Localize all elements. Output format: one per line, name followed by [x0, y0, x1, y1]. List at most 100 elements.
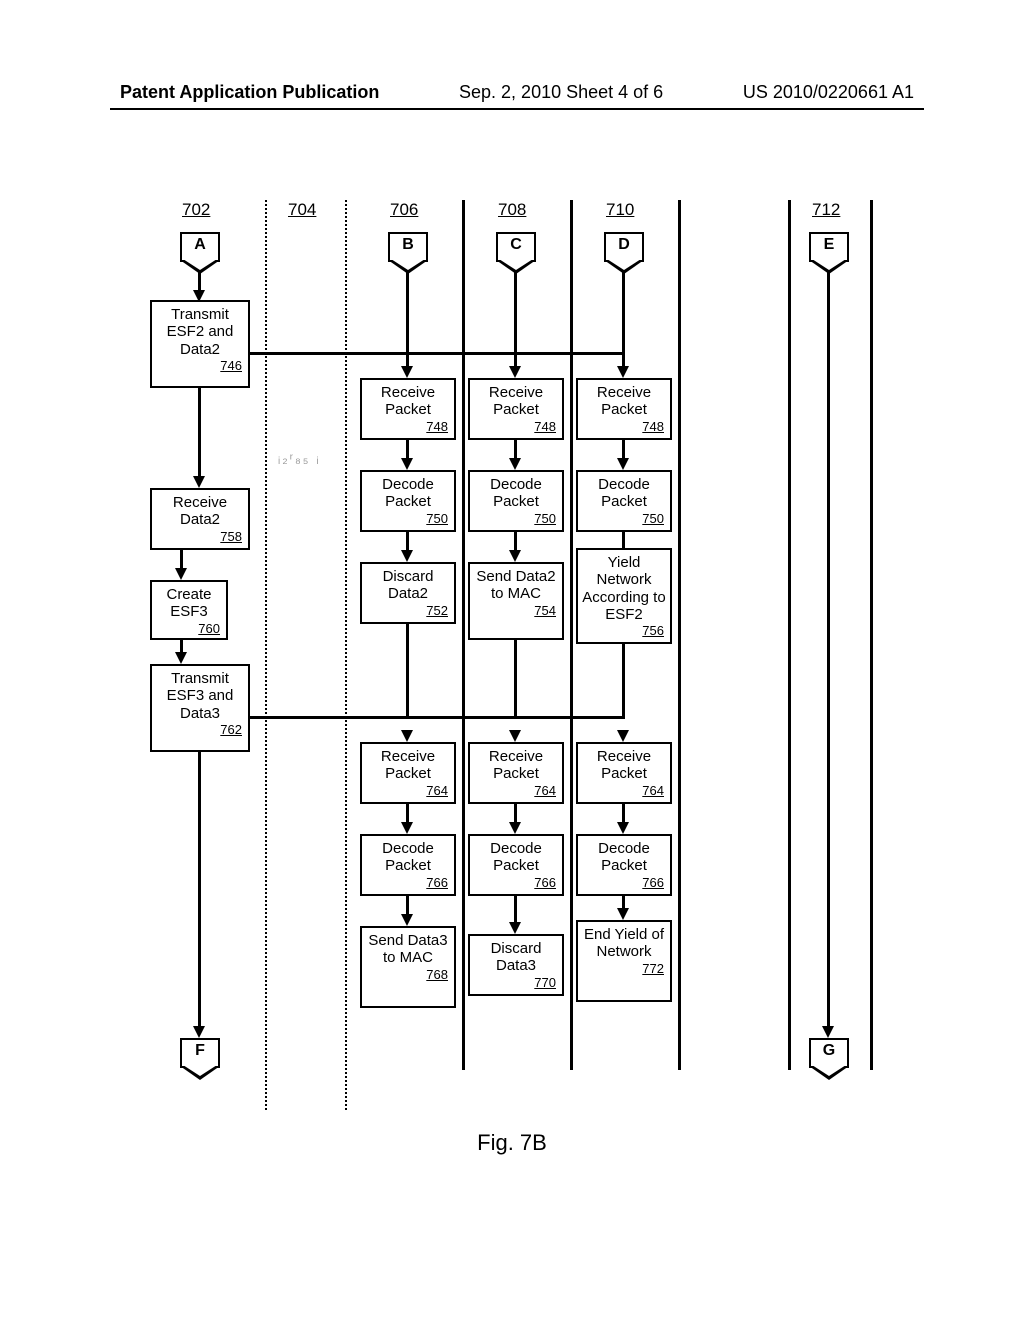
step-text: Receive Packet: [489, 748, 543, 782]
step-send-data3-mac: Send Data3 to MAC768: [360, 926, 456, 1008]
step-text: Discard Data2: [383, 568, 434, 602]
arrow: [514, 532, 517, 552]
step-send-data2-mac: Send Data2 to MAC754: [468, 562, 564, 640]
step-text: Decode Packet: [598, 840, 650, 874]
step-ref: 764: [582, 784, 666, 799]
flowline: [622, 348, 625, 354]
arrowhead-icon: [401, 458, 413, 470]
connector-D-label: D: [618, 236, 630, 253]
arrowhead-icon: [822, 1026, 834, 1038]
lane-divider: [570, 200, 573, 1070]
step-text: Receive Data2: [173, 494, 227, 528]
flowline: [406, 712, 409, 718]
step-discard-data2: Discard Data2 752: [360, 562, 456, 624]
arrowhead-icon: [509, 550, 521, 562]
arrowhead-icon: [401, 914, 413, 926]
arrowhead-icon: [509, 822, 521, 834]
arrow: [406, 532, 409, 552]
header-rule: [110, 108, 924, 110]
lane-label-706: 706: [390, 200, 418, 220]
step-ref: 772: [582, 962, 666, 977]
arrowhead-icon: [401, 550, 413, 562]
step-text: Receive Packet: [381, 748, 435, 782]
arrow: [406, 440, 409, 460]
step-text: Yield Network According to ESF2: [582, 554, 665, 623]
header-left: Patent Application Publication: [120, 82, 379, 103]
step-discard-data3: Discard Data3 770: [468, 934, 564, 996]
step-end-yield-network: End Yield of Network 772: [576, 920, 672, 1002]
step-ref: 770: [474, 976, 558, 991]
step-receive-packet-764: Receive Packet 764: [576, 742, 672, 804]
connector-B: B: [388, 232, 428, 262]
connector-A: A: [180, 232, 220, 262]
arrowhead-icon: [509, 730, 521, 742]
arrow: [622, 440, 625, 460]
lane-label-704: 704: [288, 200, 316, 220]
step-ref: 754: [474, 604, 558, 619]
step-text: Decode Packet: [598, 476, 650, 510]
arrowhead-icon: [175, 568, 187, 580]
step-text: Receive Packet: [489, 384, 543, 418]
scan-artifact: ᵢ₂ʳ₈₅ ᵢ: [278, 450, 321, 466]
lane-divider: [870, 200, 873, 1070]
step-ref: 752: [366, 604, 450, 619]
lane-divider: [462, 200, 465, 1070]
lane-divider: [788, 200, 791, 1070]
arrow: [406, 896, 409, 916]
step-receive-data2: Receive Data2758: [150, 488, 250, 550]
step-text: Decode Packet: [382, 840, 434, 874]
step-decode-packet-766: Decode Packet766: [468, 834, 564, 896]
flowline: [622, 712, 625, 718]
step-decode-packet: Decode Packet750: [576, 470, 672, 532]
step-text: Discard Data3: [491, 940, 542, 974]
connector-G: G: [809, 1038, 849, 1068]
flowline: [514, 348, 517, 354]
step-yield-network: Yield Network According to ESF2756: [576, 548, 672, 644]
connector-G-label: G: [823, 1042, 835, 1059]
step-text: Decode Packet: [382, 476, 434, 510]
flowline: [406, 348, 409, 354]
step-receive-packet-764: Receive Packet764: [360, 742, 456, 804]
step-receive-packet: Receive Packet748: [360, 378, 456, 440]
step-text: Receive Packet: [597, 384, 651, 418]
step-text: End Yield of Network: [584, 926, 664, 960]
lane-label-710: 710: [606, 200, 634, 220]
step-decode-packet: Decode Packet750: [360, 470, 456, 532]
step-text: Create ESF3: [166, 586, 211, 620]
page-header: Patent Application Publication Sep. 2, 2…: [0, 82, 1024, 103]
arrow: [198, 752, 201, 1028]
step-ref: 748: [366, 420, 450, 435]
step-text: Transmit ESF2 and Data2: [167, 306, 234, 358]
arrow: [406, 804, 409, 824]
arrowhead-icon: [401, 822, 413, 834]
arrow: [514, 804, 517, 824]
arrowhead-icon: [617, 908, 629, 920]
connector-D: D: [604, 232, 644, 262]
flowline: [250, 716, 625, 719]
step-receive-packet-764: Receive Packet764: [468, 742, 564, 804]
connector-C: C: [496, 232, 536, 262]
step-text: Receive Packet: [597, 748, 651, 782]
step-ref: 766: [366, 876, 450, 891]
step-ref: 756: [582, 624, 666, 639]
figure-label: Fig. 7B: [0, 1130, 1024, 1156]
step-decode-packet: Decode Packet750: [468, 470, 564, 532]
step-ref: 766: [582, 876, 666, 891]
arrowhead-icon: [509, 458, 521, 470]
lane-divider: [678, 200, 681, 1070]
step-ref: 760: [156, 622, 222, 637]
connector-F-label: F: [195, 1042, 205, 1059]
step-ref: 762: [156, 723, 244, 738]
step-transmit-esf3-data3: Transmit ESF3 and Data3762: [150, 664, 250, 752]
step-ref: 748: [582, 420, 666, 435]
step-receive-packet: Receive Packet 748: [576, 378, 672, 440]
lane-label-708: 708: [498, 200, 526, 220]
lane-divider-dotted: [265, 200, 267, 1110]
header-mid: Sep. 2, 2010 Sheet 4 of 6: [459, 82, 663, 103]
flowline: [514, 712, 517, 718]
arrowhead-icon: [617, 366, 629, 378]
arrow: [622, 804, 625, 824]
arrowhead-icon: [509, 922, 521, 934]
step-ref: 746: [156, 359, 244, 374]
step-ref: 748: [474, 420, 558, 435]
